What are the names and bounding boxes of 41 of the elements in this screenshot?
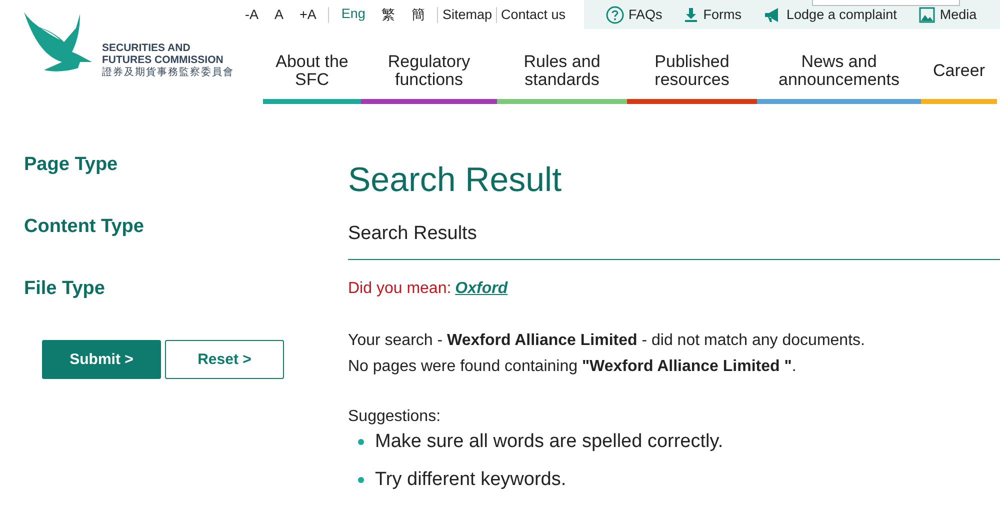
page-title: Search Result: [348, 161, 563, 201]
language-link[interactable]: 繁: [377, 6, 400, 24]
nav-item[interactable]: Published resources: [627, 51, 757, 104]
quick-link[interactable]: FAQs: [606, 6, 662, 24]
bullet-icon: [358, 477, 364, 483]
filter-heading[interactable]: File Type: [24, 278, 348, 340]
font-size-link[interactable]: -A: [241, 7, 262, 22]
suggestion-text: Try different keywords.: [375, 469, 566, 491]
font-size-link[interactable]: +A: [296, 7, 320, 22]
nav-item[interactable]: Regulatory functions: [361, 51, 497, 104]
quick-link[interactable]: Forms: [684, 6, 742, 22]
nav-item[interactable]: Career: [921, 51, 997, 104]
quick-link[interactable]: Lodge a complaint: [764, 6, 897, 22]
logo-text: FUTURES COMMISSION: [102, 54, 224, 66]
question-icon: [606, 6, 624, 24]
suggestion-link[interactable]: Oxford: [455, 280, 508, 297]
nav-item[interactable]: About the SFC: [263, 51, 361, 104]
filter-heading[interactable]: Page Type: [24, 154, 348, 216]
bullet-icon: [358, 439, 364, 445]
did-you-mean-label: Did you mean:: [348, 280, 452, 297]
quick-link[interactable]: Media: [918, 6, 977, 22]
suggestions-label: Suggestions:: [348, 408, 442, 426]
download-icon: [684, 6, 698, 22]
nav-item[interactable]: Rules and standards: [497, 51, 627, 104]
suggestion-text: Make sure all words are spelled correctly.: [375, 431, 724, 453]
logo-chinese-text: 證券及期貨事務監察委員會: [102, 66, 234, 79]
language-link[interactable]: Eng: [337, 6, 370, 24]
font-size-link[interactable]: A: [270, 7, 288, 22]
language-link[interactable]: 簡: [407, 6, 430, 24]
result-message: Your search - Wexford Alliance Limited - did not match any documents.: [348, 331, 866, 351]
logo-text: SECURITIES AND: [102, 42, 192, 54]
section-title: Search Results: [348, 223, 1000, 260]
result-message: No pages were found containing "Wexford Alliance Limited ".: [348, 357, 798, 377]
top-link[interactable]: Sitemap: [438, 7, 496, 22]
nav-item[interactable]: News and announcements: [757, 51, 921, 104]
filter-heading[interactable]: Content Type: [24, 216, 348, 278]
image-icon: [918, 6, 935, 22]
submit-button[interactable]: Submit >: [42, 340, 161, 379]
search-field[interactable]: [812, 0, 960, 6]
reset-button[interactable]: Reset >: [165, 340, 284, 379]
top-link[interactable]: Contact us: [496, 7, 570, 22]
